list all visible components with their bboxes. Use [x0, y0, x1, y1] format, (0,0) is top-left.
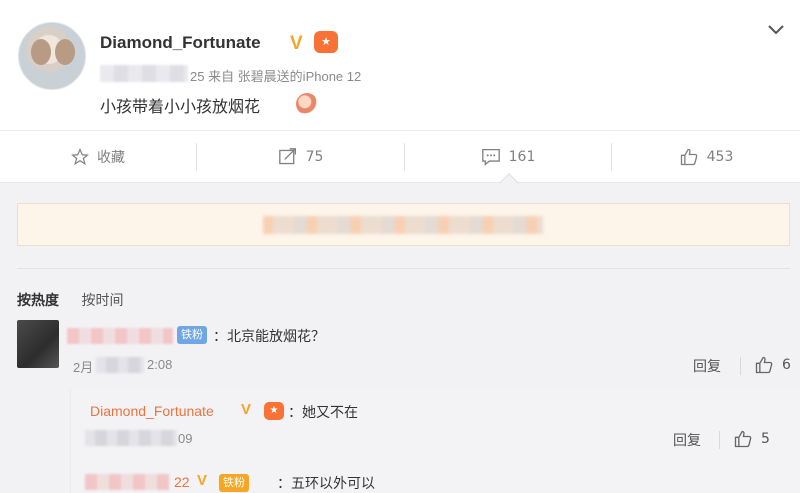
comment-count: 161 [508, 149, 536, 165]
reply-username-redacted[interactable] [85, 474, 169, 490]
author-username[interactable]: Diamond_Fortunate [100, 33, 261, 53]
weibo-post-card: Diamond_Fortunate V ★ 25 来自 张碧晨送的iPhone … [0, 0, 800, 183]
reply-username[interactable]: Diamond_Fortunate [90, 403, 214, 419]
reply-text: ：五环以外可以 [277, 476, 375, 492]
reply-username-suffix[interactable]: 22 [174, 474, 190, 490]
post-meta: 25 来自 张碧晨送的iPhone 12 [190, 69, 362, 84]
reply-text: ：她又不在 [288, 405, 358, 421]
favorite-button[interactable]: 收藏 [0, 131, 196, 183]
reply-button[interactable]: 回复 [673, 430, 701, 450]
commenter-avatar[interactable] [17, 320, 59, 368]
reply-like-count: 5 [761, 431, 770, 447]
author-avatar[interactable] [18, 22, 86, 90]
fan-badge: 铁粉 [177, 326, 207, 344]
thumbs-up-icon [680, 148, 697, 166]
medal-icon: ★ [314, 31, 338, 53]
promo-redacted [263, 216, 543, 234]
comment-sort-tabs: 按热度 按时间 [17, 290, 123, 310]
medal-icon: ★ [264, 402, 284, 420]
repost-icon [278, 148, 296, 165]
comment-time-prefix: 2月 [73, 360, 94, 375]
divider [17, 268, 790, 269]
comment-icon [481, 148, 500, 166]
reply-button[interactable]: 回复 [693, 356, 721, 376]
comment-time-redacted [96, 357, 144, 373]
verified-icon: V [241, 401, 252, 418]
repost-button[interactable]: 75 [197, 131, 404, 183]
like-count: 453 [706, 149, 734, 165]
commenter-name-redacted[interactable] [67, 328, 173, 344]
fan-badge: 铁粉 [219, 474, 249, 492]
verified-icon: V [290, 33, 303, 54]
favorite-label: 收藏 [97, 150, 125, 166]
star-icon [71, 148, 89, 166]
post-action-bar: 收藏 75 161 453 [0, 130, 800, 182]
tab-sort-hot[interactable]: 按热度 [17, 293, 59, 309]
repost-count: 75 [305, 149, 324, 165]
reply-thread: Diamond_Fortunate V ★ ：她又不在 09 回复 5 22 V… [70, 388, 800, 493]
reply-time: 09 [178, 431, 193, 446]
promo-banner[interactable] [17, 203, 790, 246]
post-time-redacted [100, 65, 188, 82]
comment-time: 2:08 [147, 357, 173, 372]
comment-like-button[interactable]: 6 [754, 355, 791, 375]
divider [740, 357, 741, 375]
fire-face-emoji-icon [296, 93, 318, 115]
comment-like-count: 6 [782, 357, 791, 373]
reply-like-button[interactable]: 5 [733, 429, 770, 449]
reply-time-redacted [85, 430, 177, 446]
chevron-down-icon[interactable] [764, 18, 788, 42]
comment-text: ：北京能放烟花？ [213, 329, 325, 345]
thumbs-up-icon [755, 356, 773, 374]
divider [719, 431, 720, 449]
like-button[interactable]: 453 [612, 131, 800, 183]
tab-sort-time[interactable]: 按时间 [81, 293, 123, 309]
post-content: 小孩带着小小孩放烟花 [100, 97, 261, 116]
verified-icon: V [197, 472, 208, 489]
thumbs-up-icon [734, 430, 752, 448]
